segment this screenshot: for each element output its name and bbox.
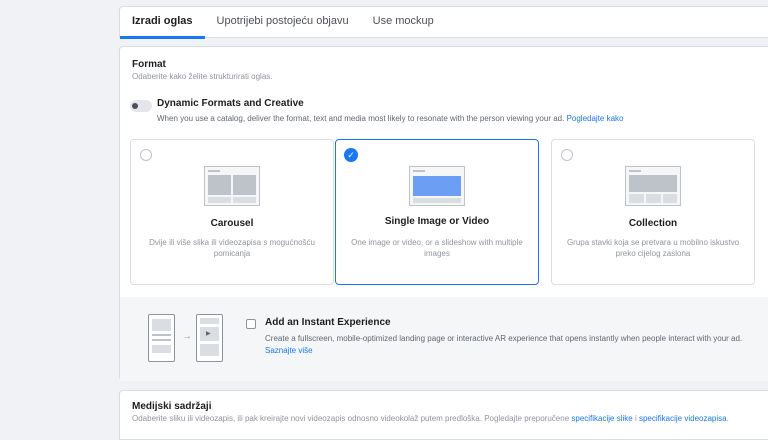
format-card: Format Odaberite kako želite strukturira… <box>119 46 768 381</box>
instant-experience-description: Create a fullscreen, mobile-optimized la… <box>265 334 743 343</box>
media-subtitle-text: Odaberite sliku ili videozapis, ili pak … <box>132 414 570 423</box>
instant-experience-title: Add an Instant Experience <box>265 317 391 328</box>
format-subtitle: Odaberite kako želite strukturirati ogla… <box>132 72 273 81</box>
radio-carousel[interactable] <box>140 149 152 161</box>
dynamic-formats-title: Dynamic Formats and Creative <box>157 98 304 109</box>
carousel-thumbnail-icon <box>204 166 260 206</box>
single-image-thumbnail-icon <box>409 166 465 206</box>
option-title: Carousel <box>210 218 254 229</box>
ad-preview-phone-icon <box>148 314 175 362</box>
instant-experience-phone-icon: ▶ <box>196 314 223 362</box>
collection-thumbnail-icon <box>625 166 681 206</box>
option-title: Collection <box>628 218 678 229</box>
option-title: Single Image or Video <box>384 216 490 227</box>
ad-creation-tabs: Izradi oglas Upotrijebi postojeću objavu… <box>119 6 768 39</box>
media-subtitle: Odaberite sliku ili videozapis, ili pak … <box>132 414 729 423</box>
tab-use-existing-post[interactable]: Upotrijebi postojeću objavu <box>217 6 349 38</box>
toggle-knob <box>132 103 138 109</box>
media-card: Medijski sadržaji Odaberite sliku ili vi… <box>119 390 768 440</box>
format-option-single-image[interactable]: ✓ Single Image or Video One image or vid… <box>335 139 539 285</box>
selected-check-icon[interactable]: ✓ <box>344 148 358 162</box>
radio-collection[interactable] <box>561 149 573 161</box>
format-option-carousel[interactable]: Carousel Dvije ili više slika ili videoz… <box>130 139 334 285</box>
instant-experience-section: → ▶ Add an Instant Experience Create a f… <box>120 297 768 381</box>
dynamic-formats-description: When you use a catalog, deliver the form… <box>157 114 624 123</box>
media-end: . <box>726 414 729 423</box>
tab-use-mockup[interactable]: Use mockup <box>373 6 434 38</box>
format-option-collection[interactable]: Collection Grupa stavki koja se pretvara… <box>551 139 755 285</box>
option-description: Grupa stavki koja se pretvara u mobilno … <box>566 238 740 258</box>
format-title: Format <box>132 59 166 70</box>
dynamic-formats-toggle[interactable] <box>130 100 152 112</box>
media-title: Medijski sadržaji <box>132 401 212 412</box>
image-specs-link[interactable]: specifikacije slike <box>571 414 632 423</box>
option-description: Dvije ili više slika ili videozapisa s m… <box>149 238 315 258</box>
arrow-right-icon: → <box>182 331 192 342</box>
media-joiner: i <box>634 414 637 423</box>
dynamic-formats-text: When you use a catalog, deliver the form… <box>157 114 565 123</box>
learn-more-link[interactable]: Saznajte više <box>265 346 313 355</box>
see-how-link[interactable]: Pogledajte kako <box>567 114 624 123</box>
tab-create-ad[interactable]: Izradi oglas <box>120 6 204 39</box>
add-instant-experience-checkbox[interactable] <box>246 319 256 329</box>
option-description: One image or video, or a slideshow with … <box>351 238 523 258</box>
video-specs-link[interactable]: specifikacije videozapisa <box>639 414 727 423</box>
